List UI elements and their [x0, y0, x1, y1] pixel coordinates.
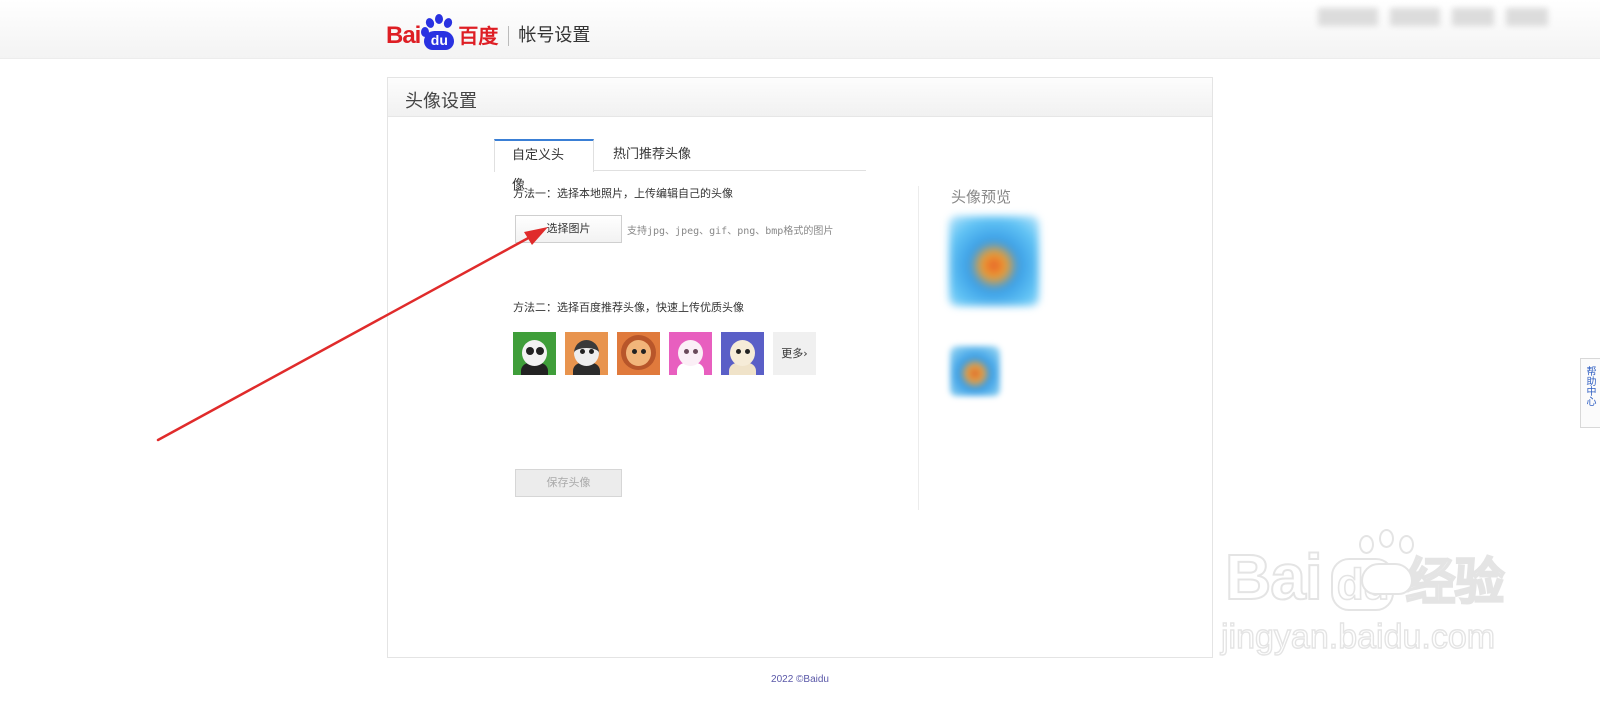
nav-link[interactable] [1390, 8, 1440, 26]
preview-title: 头像预览 [951, 188, 1012, 206]
recommended-avatars: 更多› [513, 332, 816, 375]
more-avatars-button[interactable]: 更多› [773, 332, 816, 375]
avatar-settings-panel: 头像设置 自定义头像 热门推荐头像 方法一：选择本地照片，上传编辑自己的头像 选… [387, 77, 1213, 658]
copyright: 2022 ©Baidu [771, 674, 829, 685]
nav-link[interactable] [1506, 8, 1548, 26]
user-link[interactable] [1318, 8, 1378, 26]
watermark-paw-icon [1353, 529, 1421, 595]
paw-icon: du [421, 14, 457, 50]
avatar-preview-small [950, 346, 1000, 396]
logo-latin-text: Bai [386, 22, 421, 49]
help-center-tab[interactable]: 帮助中心 [1580, 358, 1600, 428]
husky-avatar[interactable] [565, 332, 608, 375]
format-hint: 支持jpg、jpeg、gif、png、bmp格式的图片 [627, 226, 834, 237]
page-title: 头像设置 [405, 91, 477, 112]
nav-link[interactable] [1452, 8, 1494, 26]
avatar-tabs: 自定义头像 热门推荐头像 [494, 139, 866, 193]
cow-avatar[interactable] [721, 332, 764, 375]
logo-cn-text: 百度 [458, 24, 499, 48]
cat-avatar[interactable] [669, 332, 712, 375]
choose-image-button[interactable]: 选择图片 [515, 215, 622, 243]
panda-avatar[interactable] [513, 332, 556, 375]
method-one-label: 方法一：选择本地照片，上传编辑自己的头像 [513, 187, 733, 200]
save-avatar-button[interactable]: 保存头像 [515, 469, 622, 497]
preview-divider [918, 186, 919, 510]
logo-paw-text: du [424, 31, 455, 50]
top-bar: Bai du 百度 帐号设置 [0, 0, 1600, 59]
baidu-jingyan-watermark: Bai du 经验 jingyan.baidu.com [1220, 529, 1506, 657]
tab-popular-avatar[interactable]: 热门推荐头像 [596, 139, 708, 171]
tab-custom-avatar[interactable]: 自定义头像 [494, 139, 594, 193]
panel-header: 头像设置 [388, 78, 1212, 117]
watermark-url: jingyan.baidu.com [1220, 617, 1496, 656]
logo-divider [508, 26, 510, 46]
method-two-label: 方法二：选择百度推荐头像，快速上传优质头像 [513, 301, 744, 314]
section-title: 帐号设置 [518, 25, 591, 46]
user-nav-blurred[interactable] [1318, 8, 1548, 26]
baidu-logo[interactable]: Bai du 百度 帐号设置 [386, 10, 590, 50]
watermark-brand: Bai [1224, 541, 1324, 613]
help-center-label: 帮助中心 [1586, 367, 1597, 408]
avatar-preview-large [949, 216, 1039, 306]
lion-avatar[interactable] [617, 332, 660, 375]
